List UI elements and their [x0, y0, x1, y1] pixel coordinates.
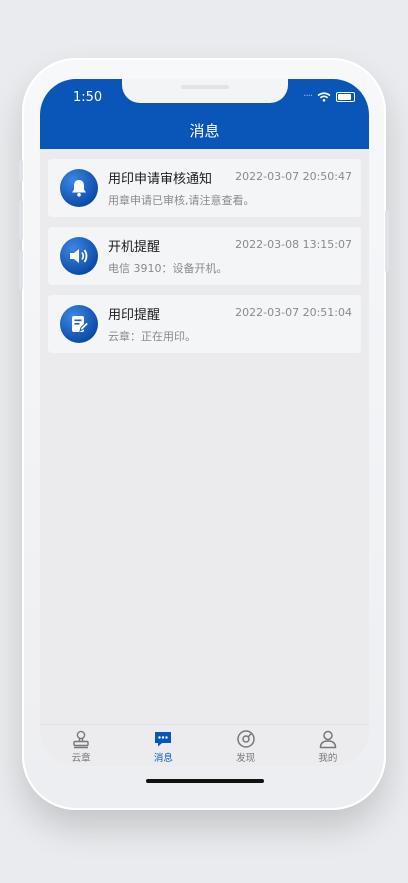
device-notch	[122, 79, 288, 103]
device-mockup: 1:50 ···· 消息 用印申请审核通知 2022-03-07 20:50:4…	[0, 0, 408, 883]
message-title: 开机提醒	[108, 240, 161, 255]
page-title: 消息	[189, 122, 220, 140]
cellular-signal-icon: ····	[303, 91, 313, 102]
bell-icon	[60, 169, 98, 207]
tab-profile[interactable]: 我的	[287, 725, 369, 766]
battery-icon	[336, 91, 355, 102]
message-body: 云章：正在用印。	[108, 330, 196, 343]
message-title: 用印申请审核通知	[108, 172, 213, 187]
message-body: 电信 3910：设备开机。	[108, 262, 228, 275]
tab-label: 云章	[71, 753, 91, 764]
status-time: 1:50	[73, 90, 103, 105]
tab-label: 消息	[153, 753, 173, 764]
home-indicator[interactable]	[146, 779, 264, 783]
status-indicators: ····	[303, 91, 355, 102]
bottom-tab-bar: 云章 消息 发现 我的	[40, 724, 369, 766]
message-time: 2022-03-08 13:15:07	[235, 238, 352, 251]
earpiece-speaker	[181, 85, 229, 89]
message-card-power-on[interactable]: 开机提醒 2022-03-08 13:15:07 电信 3910：设备开机。	[48, 227, 361, 285]
tab-yunzhang[interactable]: 云章	[40, 725, 122, 766]
tab-label: 发现	[236, 753, 256, 764]
message-card-review-notice[interactable]: 用印申请审核通知 2022-03-07 20:50:47 用章申请已审核,请注意…	[48, 159, 361, 217]
power-button	[385, 210, 389, 272]
mute-switch	[19, 160, 23, 182]
volume-up-button	[19, 200, 23, 240]
tab-discover[interactable]: 发现	[205, 725, 287, 766]
message-card-stamping[interactable]: 用印提醒 2022-03-07 20:51:04 云章：正在用印。	[48, 295, 361, 353]
nav-header: 1:50 ···· 消息	[40, 79, 369, 149]
tab-messages[interactable]: 消息	[122, 725, 204, 766]
volume-down-button	[19, 250, 23, 290]
user-icon	[319, 730, 337, 749]
message-time: 2022-03-07 20:50:47	[235, 170, 352, 183]
seal-icon	[73, 730, 89, 749]
app-screen: 1:50 ···· 消息 用印申请审核通知 2022-03-07 20:50:4…	[40, 79, 369, 766]
compass-icon	[236, 730, 255, 748]
message-title: 用印提醒	[108, 308, 161, 323]
message-body: 用章申请已审核,请注意查看。	[108, 194, 255, 207]
edit-document-icon	[60, 305, 98, 343]
chat-icon	[155, 732, 172, 747]
wifi-icon	[317, 91, 331, 102]
tab-label: 我的	[318, 753, 338, 764]
message-time: 2022-03-07 20:51:04	[235, 306, 352, 319]
speaker-icon	[60, 237, 98, 275]
